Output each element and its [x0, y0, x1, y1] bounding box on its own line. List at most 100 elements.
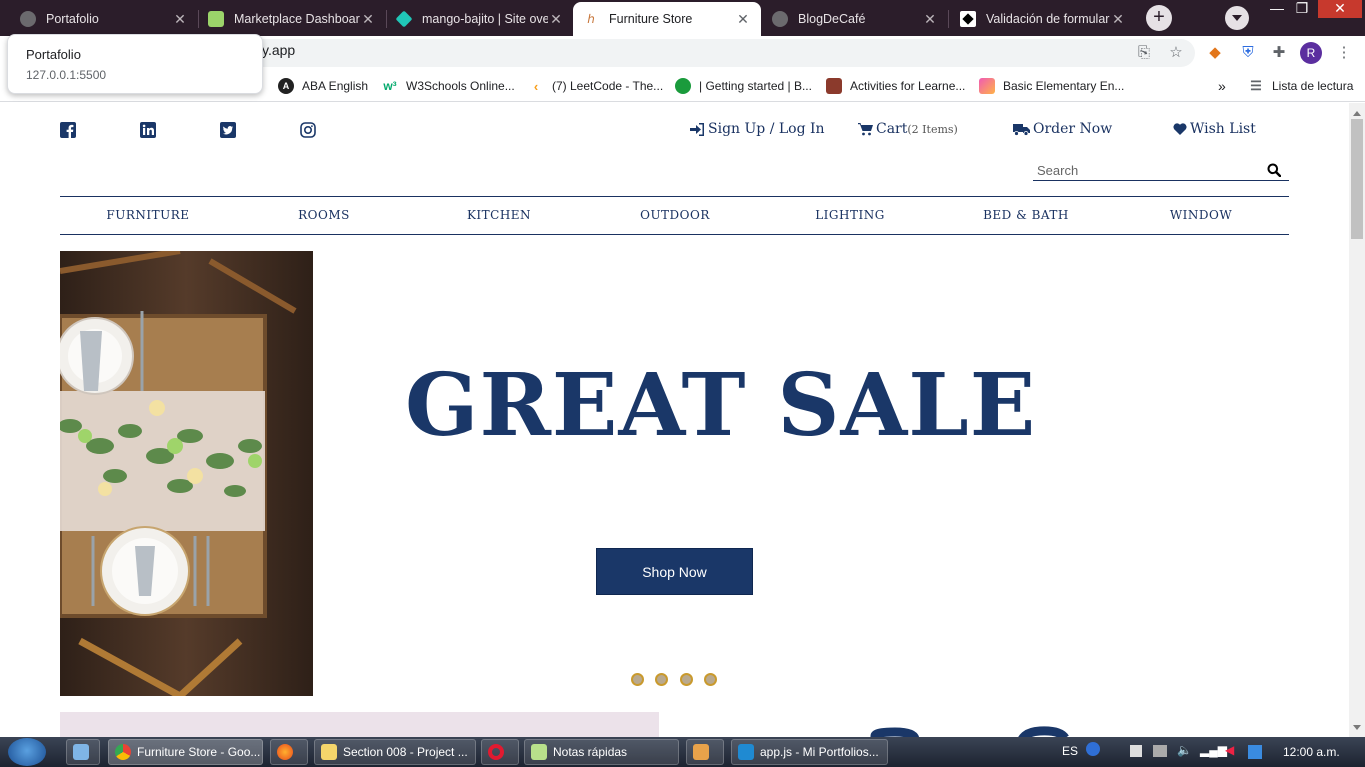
taskbar-notas-rapidas[interactable]: Notas rápidas — [524, 739, 679, 765]
furniture-store-page: Sign Up / Log In Cart (2 Items) Order Now… — [0, 103, 1349, 737]
chair-icon: ℎ — [587, 12, 595, 26]
nav-kitchen[interactable]: KITCHEN — [467, 208, 531, 222]
vscode-icon — [738, 744, 754, 760]
taskbar-chrome[interactable]: Furniture Store - Goo... — [108, 739, 263, 765]
taskbar-opera[interactable] — [481, 739, 519, 765]
metamask-icon[interactable]: ◆ — [1204, 42, 1226, 64]
windows-taskbar: Furniture Store - Goo... Section 008 - P… — [0, 737, 1365, 767]
page-scrollbar[interactable] — [1349, 103, 1365, 737]
tab-separator — [948, 10, 949, 28]
bookmark-label: ABA English — [302, 79, 369, 93]
cart-link[interactable]: Cart (2 Items) — [858, 121, 958, 137]
taskbar-label: Notas rápidas — [553, 745, 628, 759]
taskbar-label: Furniture Store - Goo... — [137, 745, 261, 759]
bookmark-w3schools[interactable]: w³ W3Schools Online... — [382, 76, 515, 96]
carousel-dot-2[interactable] — [655, 673, 668, 686]
close-tab-icon[interactable]: ✕ — [548, 11, 564, 28]
scrollbar-thumb[interactable] — [1351, 119, 1363, 239]
close-tab-icon[interactable]: ✕ — [735, 11, 751, 28]
bookmarks-overflow-button[interactable]: » — [1218, 76, 1226, 96]
opera-icon — [488, 744, 504, 760]
star-icon[interactable]: ☆ — [1165, 42, 1187, 64]
notification-icon[interactable] — [1248, 745, 1262, 759]
safely-remove-icon[interactable] — [1153, 745, 1167, 757]
speaker-icon[interactable]: 🔈 — [1177, 743, 1192, 757]
taskbar-firefox[interactable] — [270, 739, 308, 765]
clock[interactable]: 12:00 a.m. — [1283, 745, 1340, 759]
globe-icon — [772, 11, 788, 27]
order-now-label: Order Now — [1033, 121, 1113, 137]
facebook-icon[interactable] — [60, 122, 76, 138]
truck-icon — [1013, 123, 1030, 136]
wish-list-link[interactable]: Wish List — [1173, 121, 1256, 137]
carousel-dot-3[interactable] — [680, 673, 693, 686]
nav-furniture[interactable]: FURNITURE — [106, 208, 189, 222]
action-center-icon[interactable] — [1130, 745, 1142, 757]
scroll-down-arrow-icon[interactable] — [1353, 725, 1361, 734]
cart-icon — [858, 122, 873, 135]
twitter-icon[interactable] — [220, 122, 236, 138]
folder-icon — [321, 744, 337, 760]
sticky-notes-icon — [531, 744, 547, 760]
restore-button[interactable]: ❐ — [1288, 0, 1316, 18]
bookmark-aba-english[interactable]: A ABA English — [278, 76, 368, 96]
profile-avatar[interactable]: R — [1300, 42, 1322, 64]
bookmark-getting-started[interactable]: | Getting started | B... — [675, 76, 812, 96]
taskbar-vscode[interactable]: app.js - Mi Portfolios... — [731, 739, 888, 765]
menu-kebab-icon[interactable]: ⋮ — [1333, 42, 1355, 64]
nav-bed-bath[interactable]: BED & BATH — [983, 208, 1069, 222]
search-icon[interactable] — [1267, 163, 1281, 177]
reading-list-button[interactable]: ☰ Lista de lectura — [1248, 76, 1353, 96]
close-tab-icon[interactable]: ✕ — [360, 11, 376, 28]
carousel-dot-1[interactable] — [631, 673, 644, 686]
tab-portafolio[interactable]: Portafolio ✕ — [10, 2, 198, 36]
app-icon — [693, 744, 709, 760]
hero-table-setting-image — [60, 251, 313, 696]
close-tab-icon[interactable]: ✕ — [172, 11, 188, 28]
show-desktop-button[interactable] — [66, 739, 100, 765]
instagram-icon[interactable] — [300, 122, 316, 138]
start-button[interactable] — [8, 738, 46, 766]
tab-furniture-store[interactable]: ℎ Furniture Store ✕ — [573, 2, 761, 36]
language-indicator[interactable]: ES — [1062, 744, 1078, 758]
tab-search-icon[interactable] — [1225, 6, 1249, 30]
tab-netlify-site[interactable]: mango-bajito | Site ove ✕ — [386, 2, 574, 36]
order-now-link[interactable]: Order Now — [1013, 121, 1112, 137]
minimize-button[interactable]: — — [1263, 0, 1291, 18]
taskbar-label: app.js - Mi Portfolios... — [760, 745, 879, 759]
bookmark-leetcode[interactable]: ‹ (7) LeetCode - The... — [528, 76, 663, 96]
help-icon[interactable] — [1086, 742, 1100, 756]
volume-muted-icon[interactable]: ◀ — [1225, 743, 1234, 757]
search-box — [1033, 159, 1289, 181]
nav-rooms[interactable]: ROOMS — [298, 208, 350, 222]
tab-title: mango-bajito | Site ove — [422, 12, 548, 26]
close-tab-icon[interactable]: ✕ — [922, 11, 938, 28]
scroll-up-arrow-icon[interactable] — [1353, 107, 1361, 116]
new-tab-button[interactable]: + — [1146, 5, 1172, 31]
network-icon[interactable]: ▂▄▆ — [1200, 743, 1227, 757]
search-input[interactable] — [1037, 161, 1257, 179]
nav-outdoor[interactable]: OUTDOOR — [640, 208, 710, 222]
tab-blogdecafe[interactable]: BlogDeCafé ✕ — [762, 2, 948, 36]
nav-window[interactable]: WINDOW — [1170, 208, 1232, 222]
bitwarden-icon[interactable]: ⛨ — [1237, 42, 1259, 64]
shop-now-button[interactable]: Shop Now — [596, 548, 753, 595]
tab-marketplace-dashboard[interactable]: Marketplace Dashboard ✕ — [198, 2, 386, 36]
carousel-dot-4[interactable] — [704, 673, 717, 686]
bookmark-label: W3Schools Online... — [406, 79, 515, 93]
translate-icon[interactable]: ⎘ — [1133, 42, 1155, 64]
signup-login-link[interactable]: Sign Up / Log In — [690, 121, 825, 137]
bookmark-basic-elementary[interactable]: Basic Elementary En... — [979, 76, 1124, 96]
taskbar-section-008[interactable]: Section 008 - Project ... — [314, 739, 476, 765]
tab-validacion[interactable]: Validación de formulari ✕ — [950, 2, 1136, 36]
promo-banner-image — [60, 712, 659, 737]
nav-lighting[interactable]: LIGHTING — [815, 208, 885, 222]
clover-icon — [208, 11, 224, 27]
taskbar-app[interactable] — [686, 739, 724, 765]
close-window-button[interactable]: ✕ — [1318, 0, 1362, 18]
linkedin-icon[interactable] — [140, 122, 156, 138]
bookmark-activities[interactable]: Activities for Learne... — [826, 76, 965, 96]
url-text[interactable]: y.app — [262, 42, 295, 58]
close-tab-icon[interactable]: ✕ — [1110, 11, 1126, 28]
extensions-icon[interactable]: ✚ — [1268, 42, 1290, 64]
